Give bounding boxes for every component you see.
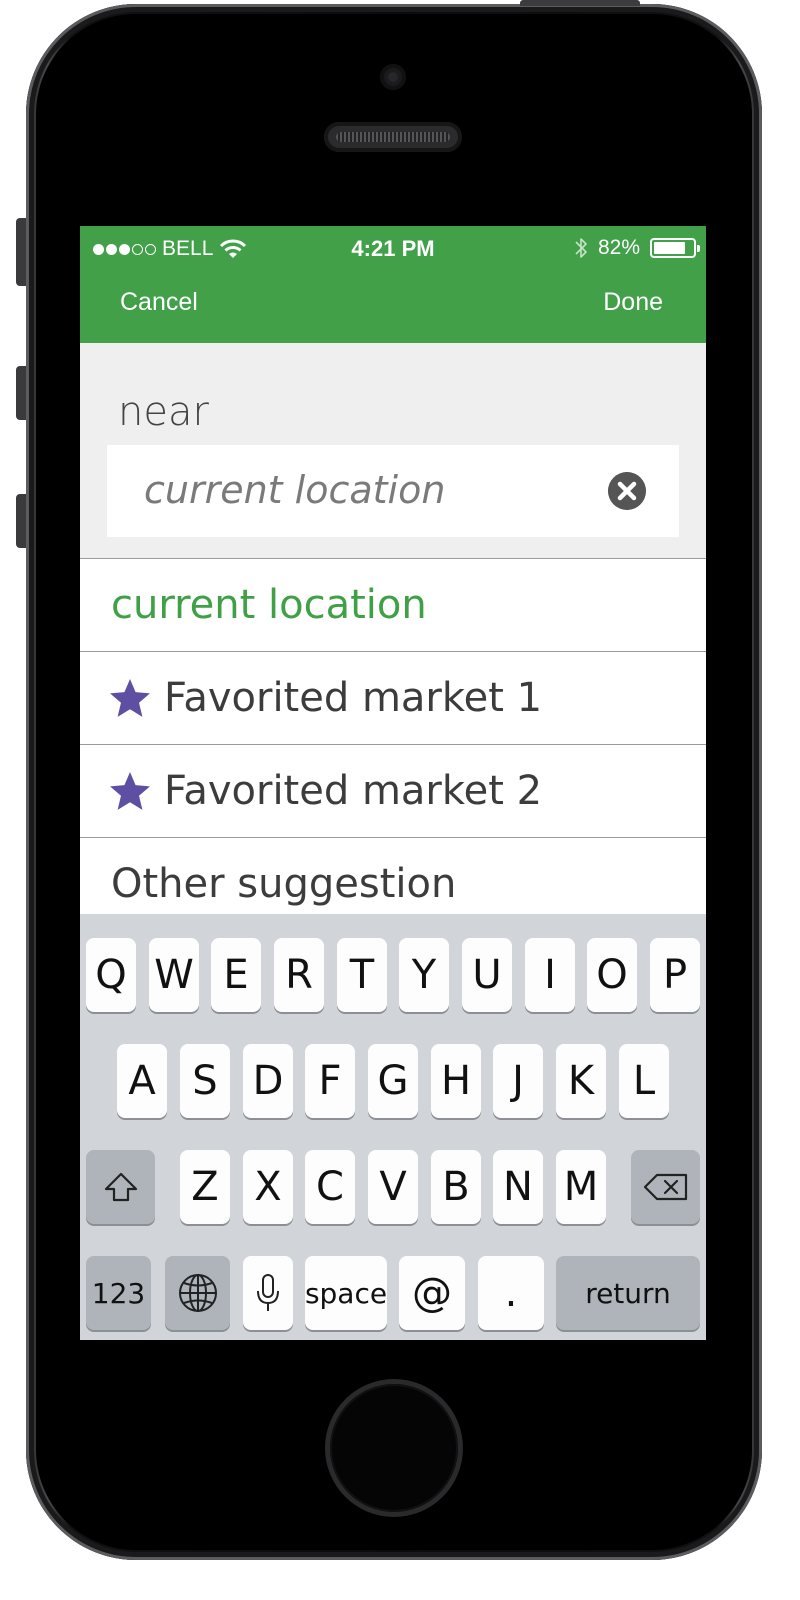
microphone-icon	[257, 1274, 279, 1311]
front-camera	[380, 64, 406, 90]
key-g[interactable]: G	[368, 1044, 418, 1118]
star-icon	[110, 772, 150, 810]
done-button[interactable]: Done	[603, 288, 663, 317]
keyboard: Q W E R T Y U I O P A S D F G H J K L Z …	[80, 914, 706, 1340]
key-n[interactable]: N	[493, 1150, 543, 1224]
shift-key[interactable]	[86, 1150, 155, 1224]
numbers-key[interactable]: 123	[86, 1256, 151, 1330]
key-h[interactable]: H	[431, 1044, 481, 1118]
globe-key[interactable]	[165, 1256, 230, 1330]
volume-up-button	[16, 366, 26, 420]
list-item-favorite[interactable]: Favorited market 2	[80, 744, 706, 837]
shift-icon	[104, 1172, 137, 1202]
delete-key[interactable]	[631, 1150, 700, 1224]
navigation-bar: BELL 4:21 PM 82% Cancel Done	[80, 226, 706, 343]
key-l[interactable]: L	[619, 1044, 669, 1118]
mute-switch	[16, 218, 26, 286]
volume-down-button	[16, 494, 26, 548]
list-item-label: Other suggestion	[111, 861, 457, 907]
globe-icon	[178, 1274, 217, 1312]
key-x[interactable]: X	[243, 1150, 293, 1224]
key-t[interactable]: T	[337, 938, 387, 1012]
list-item-favorite[interactable]: Favorited market 1	[80, 651, 706, 744]
list-item-current-location[interactable]: current location	[80, 558, 706, 651]
key-i[interactable]: I	[525, 938, 575, 1012]
key-c[interactable]: C	[305, 1150, 355, 1224]
battery-icon	[650, 238, 700, 258]
home-button[interactable]	[330, 1384, 458, 1512]
location-search-box[interactable]	[107, 445, 679, 537]
key-d[interactable]: D	[243, 1044, 293, 1118]
cancel-button[interactable]: Cancel	[120, 288, 198, 317]
status-right: 82%	[574, 236, 700, 260]
key-v[interactable]: V	[368, 1150, 418, 1224]
key-a[interactable]: A	[117, 1044, 167, 1118]
key-m[interactable]: M	[556, 1150, 606, 1224]
key-e[interactable]: E	[211, 938, 261, 1012]
key-r[interactable]: R	[274, 938, 324, 1012]
battery-percent: 82%	[597, 236, 640, 259]
space-key[interactable]: space	[305, 1256, 387, 1330]
key-y[interactable]: Y	[399, 938, 449, 1012]
list-item-label: current location	[111, 582, 427, 628]
key-s[interactable]: S	[180, 1044, 230, 1118]
bluetooth-icon	[575, 238, 587, 258]
status-bar: BELL 4:21 PM 82%	[80, 226, 706, 272]
screen: BELL 4:21 PM 82% Cancel Done near curren…	[80, 226, 706, 1340]
power-button	[520, 0, 640, 6]
return-key[interactable]: return	[556, 1256, 700, 1330]
period-key[interactable]: .	[478, 1256, 544, 1330]
list-item-label: Favorited market 1	[164, 675, 543, 721]
star-icon	[110, 679, 150, 717]
dictation-key[interactable]	[243, 1256, 293, 1330]
key-w[interactable]: W	[149, 938, 199, 1012]
key-j[interactable]: J	[493, 1044, 543, 1118]
list-item-label: Favorited market 2	[164, 768, 543, 814]
location-search-input[interactable]	[144, 465, 584, 515]
key-p[interactable]: P	[650, 938, 700, 1012]
key-o[interactable]: O	[587, 938, 637, 1012]
key-u[interactable]: U	[462, 938, 512, 1012]
key-b[interactable]: B	[431, 1150, 481, 1224]
suggestion-list: current location Favorited market 1 Favo…	[80, 558, 706, 930]
key-z[interactable]: Z	[180, 1150, 230, 1224]
clear-x-icon[interactable]	[608, 472, 646, 510]
key-f[interactable]: F	[305, 1044, 355, 1118]
earpiece-speaker	[324, 122, 462, 152]
delete-icon	[643, 1173, 687, 1201]
at-key[interactable]: @	[399, 1256, 465, 1330]
key-k[interactable]: K	[556, 1044, 606, 1118]
key-q[interactable]: Q	[86, 938, 136, 1012]
near-label: near	[118, 389, 209, 435]
